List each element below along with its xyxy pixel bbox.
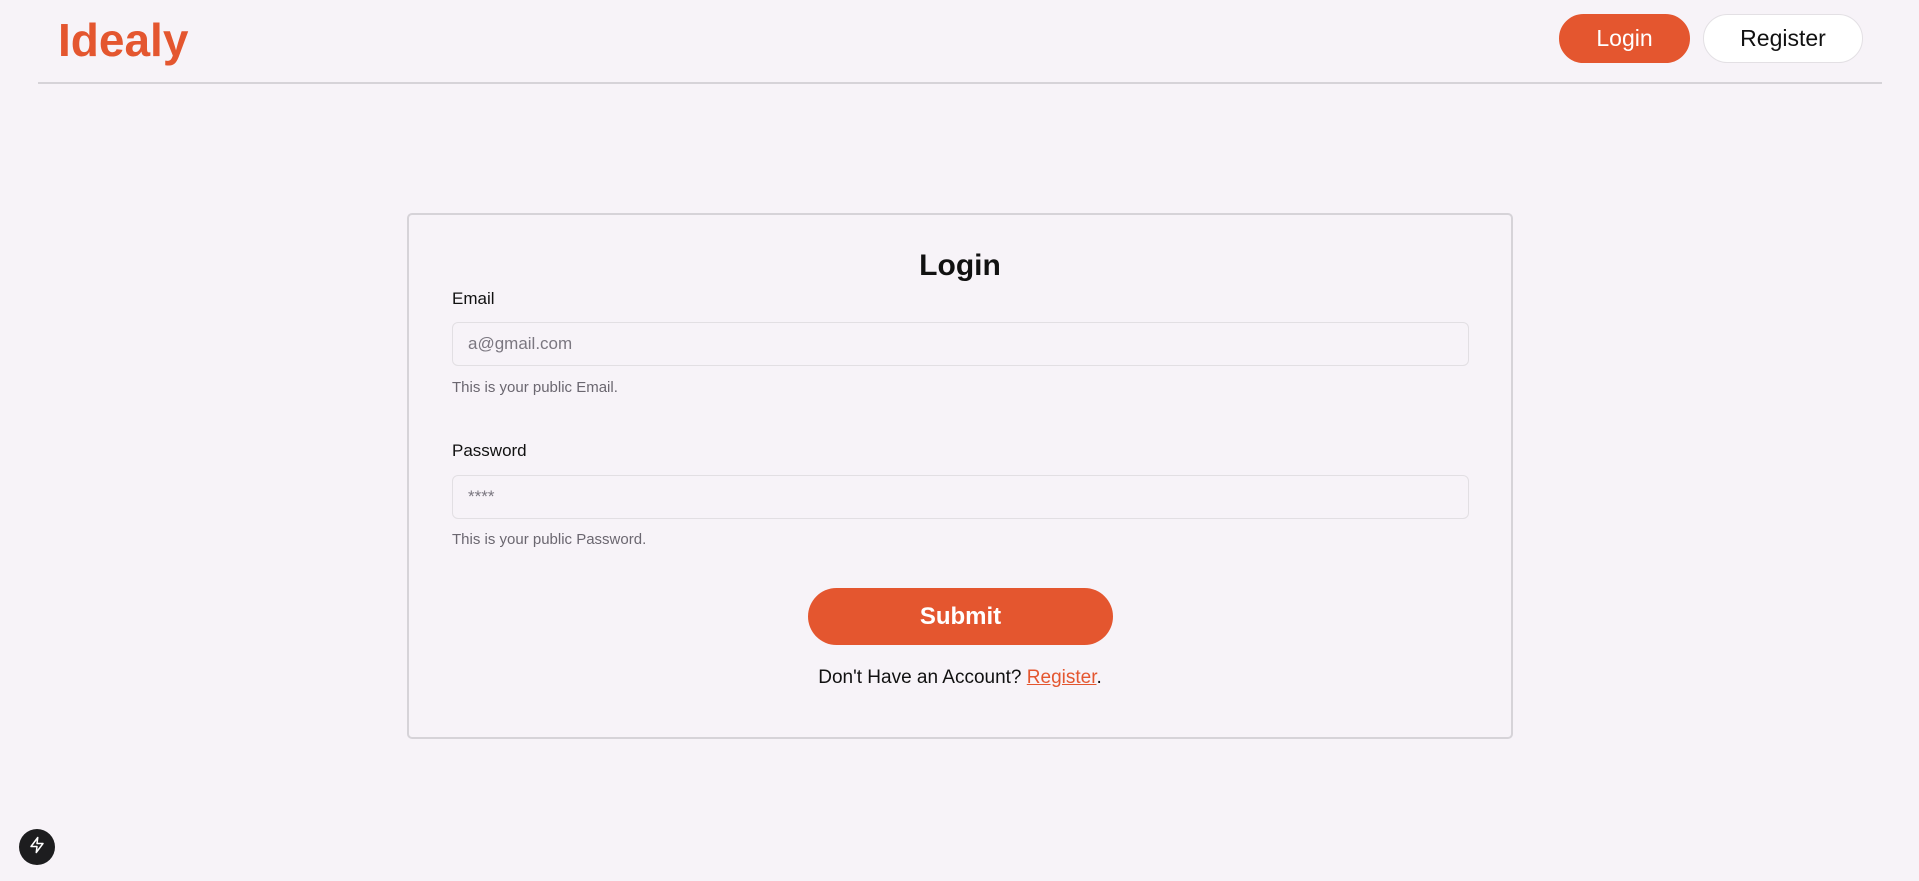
dev-tools-badge[interactable] <box>19 829 55 865</box>
register-prompt-text: Don't Have an Account? <box>818 667 1027 688</box>
password-help-text: This is your public Password. <box>452 531 647 548</box>
password-label: Password <box>452 441 527 460</box>
email-label: Email <box>452 289 495 308</box>
lightning-bolt-icon <box>28 836 46 859</box>
register-prompt-suffix: . <box>1096 667 1102 688</box>
form-title: Login <box>919 249 1001 282</box>
email-input[interactable] <box>452 322 1469 366</box>
email-help-text: This is your public Email. <box>452 379 618 396</box>
password-input[interactable] <box>452 475 1469 519</box>
top-nav: Idealy Login Register <box>38 0 1882 84</box>
register-prompt: Don't Have an Account? Register. <box>409 667 1511 689</box>
logo[interactable]: Idealy <box>58 13 188 67</box>
nav-register-button[interactable]: Register <box>1703 14 1863 63</box>
submit-button[interactable]: Submit <box>808 588 1113 645</box>
login-card: Login Email This is your public Email. P… <box>407 213 1513 739</box>
nav-login-button[interactable]: Login <box>1559 14 1690 63</box>
register-link[interactable]: Register <box>1027 667 1097 688</box>
